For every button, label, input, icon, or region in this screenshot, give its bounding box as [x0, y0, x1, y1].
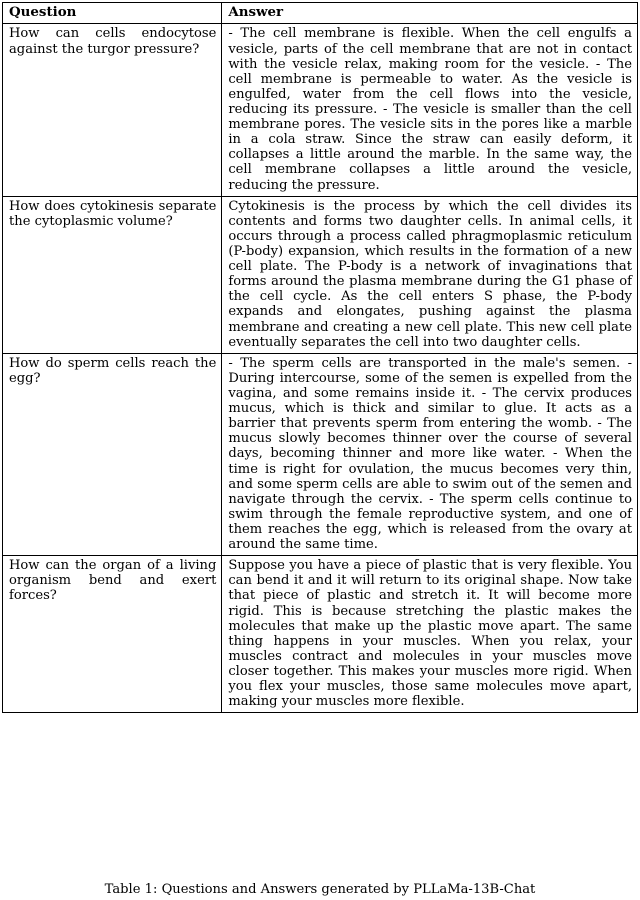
table-row: How can cells endocytose against the tur… [1, 23, 638, 197]
table-row: How can the organ of a living organism b… [1, 555, 638, 714]
column-header-answer: Answer [221, 1, 638, 25]
answer-text: Suppose you have a piece of plastic that… [228, 558, 632, 710]
question-text: How does cytokinesis separate the cytopl… [9, 198, 217, 229]
answer-cell: Suppose you have a piece of plastic that… [221, 555, 638, 714]
answer-cell: - The sperm cells are transported in the… [221, 352, 638, 557]
question-text: How do sperm cells reach the egg? [9, 355, 217, 386]
question-cell: How can cells endocytose against the tur… [1, 23, 223, 197]
column-header-question-label: Question [9, 4, 77, 20]
table-page: Question Answer How can cells endocytose… [0, 1, 640, 900]
answer-text: Cytokinesis is the process by which the … [228, 198, 632, 350]
table-body: How can cells endocytose against the tur… [1, 23, 638, 714]
answer-text: - The sperm cells are transported in the… [228, 355, 632, 553]
question-text: How can the organ of a living organism b… [9, 558, 217, 604]
answer-text: - The cell membrane is flexible. When th… [228, 26, 632, 193]
column-header-answer-label: Answer [228, 4, 284, 20]
column-header-question: Question [1, 1, 223, 25]
question-cell: How do sperm cells reach the egg? [1, 352, 223, 557]
question-cell: How can the organ of a living organism b… [1, 555, 223, 714]
table-row: How do sperm cells reach the egg? - The … [1, 352, 638, 557]
header-row: Question Answer [1, 1, 638, 25]
table-caption: Table 1: Questions and Answers generated… [0, 882, 640, 897]
question-text: How can cells endocytose against the tur… [9, 26, 217, 57]
answer-cell: Cytokinesis is the process by which the … [221, 195, 638, 354]
table-row: How does cytokinesis separate the cytopl… [1, 195, 638, 354]
table-header: Question Answer [1, 1, 638, 25]
question-cell: How does cytokinesis separate the cytopl… [1, 195, 223, 354]
table-caption-text: Table 1: Questions and Answers generated… [104, 881, 536, 897]
answer-cell: - The cell membrane is flexible. When th… [221, 23, 638, 197]
questions-answers-table: Question Answer How can cells endocytose… [1, 1, 638, 714]
